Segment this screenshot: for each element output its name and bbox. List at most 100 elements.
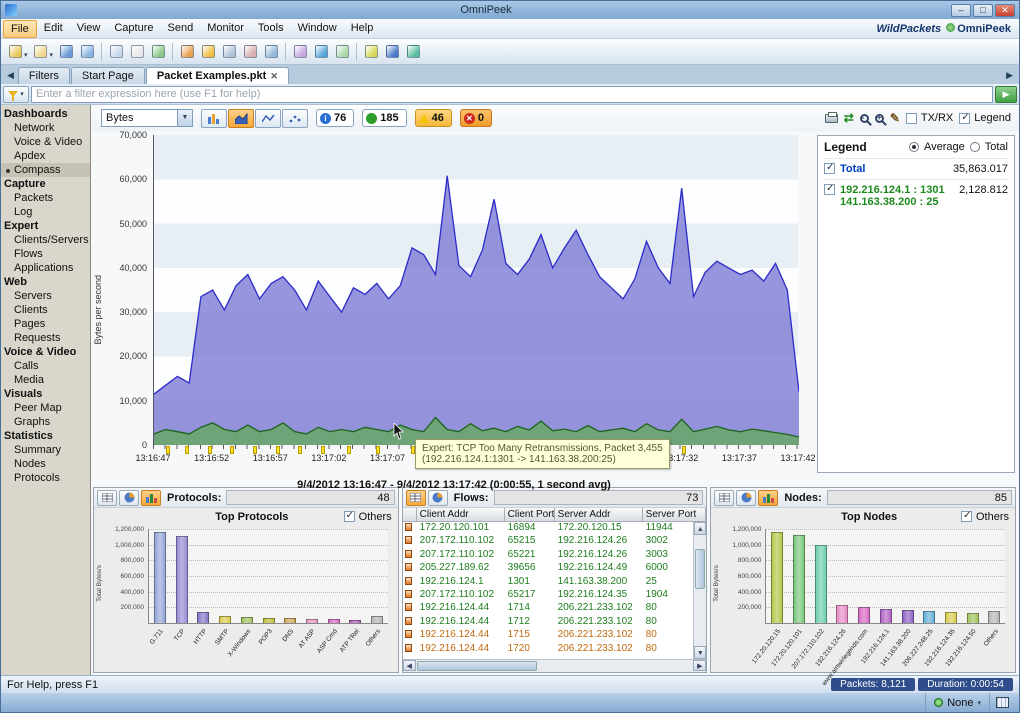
bar-http[interactable] <box>197 612 209 623</box>
flow-row[interactable]: 192.216.124.11301141.163.38.20025 <box>403 576 694 589</box>
event-marker-icon[interactable] <box>376 446 380 454</box>
column-header-server-addr[interactable]: Server Addr <box>555 508 643 522</box>
tab-scroll-left-icon[interactable]: ◀ <box>3 70 18 84</box>
clock-icon[interactable] <box>261 42 281 62</box>
flows-vertical-scrollbar[interactable]: ▲ ▼ <box>693 522 706 659</box>
flow-row[interactable]: 192.216.124.441720206.221.233.10280 <box>403 643 694 656</box>
ok-events-badge[interactable]: 185 <box>362 109 406 127</box>
bar-tcp[interactable] <box>176 536 188 623</box>
menu-help[interactable]: Help <box>344 20 381 38</box>
menu-monitor[interactable]: Monitor <box>200 20 251 38</box>
bar-dns[interactable] <box>284 618 296 623</box>
bar-atp-trel[interactable] <box>349 620 361 623</box>
txrx-checkbox[interactable] <box>906 113 917 124</box>
flow-row[interactable]: 207.172.110.10265215192.216.124.263002 <box>403 535 694 548</box>
open-capture-icon[interactable] <box>31 42 51 62</box>
sidebar-item-packets[interactable]: Packets <box>1 191 90 205</box>
warning-events-badge[interactable]: 46 <box>415 109 452 127</box>
protocols-pie-view-button[interactable] <box>119 490 139 506</box>
adapter-selector[interactable]: None ▾ <box>925 693 990 712</box>
sidebar-item-log[interactable]: Log <box>1 205 90 219</box>
scroll-down-icon[interactable]: ▼ <box>694 646 706 659</box>
event-marker-icon[interactable] <box>230 446 234 454</box>
legend-checkbox[interactable] <box>959 113 970 124</box>
bar-at-asp[interactable] <box>306 619 318 623</box>
print-icon[interactable] <box>77 42 97 62</box>
line-chart-view-button[interactable] <box>255 109 281 128</box>
event-marker-icon[interactable] <box>276 446 280 454</box>
bar-g-711[interactable] <box>154 532 166 623</box>
bar-192-216-124-1[interactable] <box>880 609 892 623</box>
average-radio[interactable] <box>909 142 919 152</box>
flow-row[interactable]: 192.216.124.441712206.221.233.10280 <box>403 616 694 629</box>
flow-row[interactable]: 207.172.110.10265221192.216.124.263003 <box>403 549 694 562</box>
event-marker-icon[interactable] <box>208 446 212 454</box>
column-header-client-port[interactable]: Client Port <box>505 508 555 522</box>
sidebar-item-voice-video[interactable]: Voice & Video <box>1 135 90 149</box>
sidebar-item-flows[interactable]: Flows <box>1 247 90 261</box>
flow-row[interactable]: 207.172.110.10265217192.216.124.351904 <box>403 589 694 602</box>
sidebar-item-clients-servers[interactable]: Clients/Servers <box>1 233 90 247</box>
menu-edit[interactable]: Edit <box>37 20 70 38</box>
log-window-icon[interactable] <box>240 42 260 62</box>
nodes-others-row[interactable]: Others <box>961 511 1009 523</box>
txrx-checkbox-row[interactable]: TX/RX <box>906 112 953 124</box>
zoom-in-icon[interactable]: + <box>875 114 884 123</box>
save-icon[interactable] <box>56 42 76 62</box>
start-page-icon[interactable] <box>5 42 25 62</box>
menu-file[interactable]: File <box>3 20 37 38</box>
flows-pie-view-button[interactable] <box>428 490 448 506</box>
pen-icon[interactable]: ✎ <box>890 113 900 123</box>
chart-plot-area[interactable] <box>153 135 798 445</box>
alarms-icon[interactable] <box>198 42 218 62</box>
bar-172-20-120-15[interactable] <box>771 532 783 623</box>
scroll-left-icon[interactable]: ◀ <box>403 660 416 671</box>
bar-others[interactable] <box>371 616 383 623</box>
bar-others[interactable] <box>988 611 1000 623</box>
info-events-badge[interactable]: i76 <box>316 109 354 127</box>
sidebar-item-calls[interactable]: Calls <box>1 359 90 373</box>
nodes-table-view-button[interactable] <box>714 490 734 506</box>
bar-172-20-120-101[interactable] <box>793 535 805 623</box>
bar-www-airtwirlegends-com[interactable] <box>858 607 870 623</box>
legend-item-checkbox[interactable] <box>824 184 835 195</box>
area-chart-view-button[interactable] <box>228 109 254 128</box>
filters-icon[interactable] <box>177 42 197 62</box>
bar-pop3[interactable] <box>263 618 275 623</box>
menu-tools[interactable]: Tools <box>251 20 291 38</box>
sync-arrows-icon[interactable]: ⇄ <box>844 113 854 123</box>
help-icon[interactable] <box>382 42 402 62</box>
bar-141-163-38-200[interactable] <box>902 610 914 623</box>
scatter-chart-view-button[interactable] <box>282 109 308 128</box>
protocols-others-checkbox[interactable] <box>344 511 355 522</box>
tab-start-page[interactable]: Start Page <box>71 67 145 84</box>
bar-192-216-124-50[interactable] <box>967 613 979 623</box>
column-header-icon[interactable] <box>403 508 417 522</box>
wireless-icon[interactable] <box>311 42 331 62</box>
sidebar-item-summary[interactable]: Summary <box>1 443 90 457</box>
filter-menu-button[interactable]: ▾ <box>3 86 29 103</box>
event-marker-icon[interactable] <box>298 446 302 454</box>
sidebar-item-clients[interactable]: Clients <box>1 303 90 317</box>
web-update-icon[interactable] <box>403 42 423 62</box>
sidebar-item-media[interactable]: Media <box>1 373 90 387</box>
menu-send[interactable]: Send <box>161 20 201 38</box>
scrollbar-thumb[interactable] <box>417 661 537 671</box>
menu-view[interactable]: View <box>70 20 108 38</box>
bar-206-227-248-25[interactable] <box>923 611 935 623</box>
close-button[interactable]: ✕ <box>995 4 1015 17</box>
tab-scroll-right-icon[interactable]: ▶ <box>1002 70 1017 84</box>
flows-table-view-button[interactable] <box>406 490 426 506</box>
paste-icon[interactable] <box>127 42 147 62</box>
flow-row[interactable]: 192.216.124.441714206.221.233.10280 <box>403 602 694 615</box>
sidebar-item-network[interactable]: Network <box>1 121 90 135</box>
bar-192-216-124-35[interactable] <box>945 612 957 623</box>
main-chart[interactable]: 70,00060,00050,00040,00030,00020,00010,0… <box>103 135 805 485</box>
nodes-others-checkbox[interactable] <box>961 511 972 522</box>
event-marker-icon[interactable] <box>166 446 170 454</box>
zoom-out-icon[interactable]: - <box>860 114 869 123</box>
protocols-others-row[interactable]: Others <box>344 511 392 523</box>
flow-row[interactable]: 192.216.124.441715206.221.233.10280 <box>403 629 694 642</box>
legend-item-total[interactable]: Total 35,863.017 <box>824 158 1008 179</box>
event-marker-icon[interactable] <box>682 446 686 454</box>
